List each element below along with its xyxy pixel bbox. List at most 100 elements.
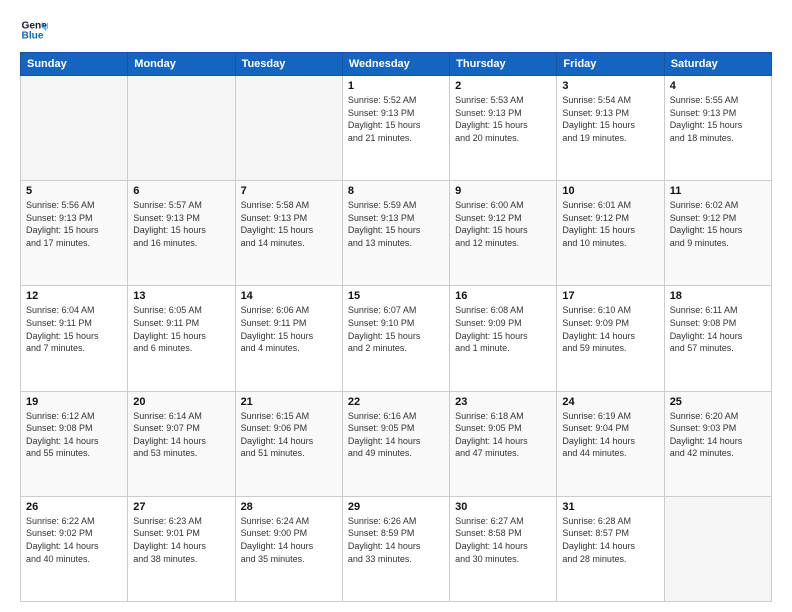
day-cell: 10 Sunrise: 6:01 AM Sunset: 9:12 PM Dayli… [557, 181, 664, 286]
logo-icon: General Blue [20, 16, 48, 44]
day-cell [128, 76, 235, 181]
day-detail: Sunrise: 6:28 AM Sunset: 8:57 PM Dayligh… [562, 515, 658, 565]
day-number: 13 [133, 290, 229, 302]
day-number: 25 [670, 396, 766, 408]
day-detail: Sunrise: 6:10 AM Sunset: 9:09 PM Dayligh… [562, 304, 658, 354]
day-cell [21, 76, 128, 181]
day-number: 1 [348, 80, 444, 92]
calendar-table: SundayMondayTuesdayWednesdayThursdayFrid… [20, 52, 772, 602]
day-cell [664, 496, 771, 601]
day-detail: Sunrise: 5:58 AM Sunset: 9:13 PM Dayligh… [241, 199, 337, 249]
day-cell: 20 Sunrise: 6:14 AM Sunset: 9:07 PM Dayli… [128, 391, 235, 496]
day-detail: Sunrise: 5:55 AM Sunset: 9:13 PM Dayligh… [670, 94, 766, 144]
day-cell: 5 Sunrise: 5:56 AM Sunset: 9:13 PM Daylig… [21, 181, 128, 286]
day-cell: 4 Sunrise: 5:55 AM Sunset: 9:13 PM Daylig… [664, 76, 771, 181]
day-detail: Sunrise: 5:56 AM Sunset: 9:13 PM Dayligh… [26, 199, 122, 249]
day-detail: Sunrise: 5:52 AM Sunset: 9:13 PM Dayligh… [348, 94, 444, 144]
week-row-3: 12 Sunrise: 6:04 AM Sunset: 9:11 PM Dayli… [21, 286, 772, 391]
day-cell: 13 Sunrise: 6:05 AM Sunset: 9:11 PM Dayli… [128, 286, 235, 391]
day-number: 3 [562, 80, 658, 92]
day-cell: 21Sunrise: 6:15 AM Sunset: 9:06 PM Dayli… [235, 391, 342, 496]
day-cell: 3 Sunrise: 5:54 AM Sunset: 9:13 PM Daylig… [557, 76, 664, 181]
day-number: 30 [455, 501, 551, 513]
day-number: 4 [670, 80, 766, 92]
weekday-header-monday: Monday [128, 53, 235, 76]
day-cell: 2Sunrise: 5:53 AM Sunset: 9:13 PM Daylig… [450, 76, 557, 181]
day-number: 20 [133, 396, 229, 408]
day-detail: Sunrise: 6:11 AM Sunset: 9:08 PM Dayligh… [670, 304, 766, 354]
week-row-4: 19Sunrise: 6:12 AM Sunset: 9:08 PM Dayli… [21, 391, 772, 496]
day-number: 28 [241, 501, 337, 513]
day-number: 11 [670, 185, 766, 197]
week-row-2: 5 Sunrise: 5:56 AM Sunset: 9:13 PM Daylig… [21, 181, 772, 286]
day-number: 22 [348, 396, 444, 408]
day-detail: Sunrise: 6:02 AM Sunset: 9:12 PM Dayligh… [670, 199, 766, 249]
day-detail: Sunrise: 6:19 AM Sunset: 9:04 PM Dayligh… [562, 410, 658, 460]
day-detail: Sunrise: 6:27 AM Sunset: 8:58 PM Dayligh… [455, 515, 551, 565]
day-cell: 28 Sunrise: 6:24 AM Sunset: 9:00 PM Dayli… [235, 496, 342, 601]
day-detail: Sunrise: 6:23 AM Sunset: 9:01 PM Dayligh… [133, 515, 229, 565]
day-detail: Sunrise: 6:08 AM Sunset: 9:09 PM Dayligh… [455, 304, 551, 354]
day-number: 17 [562, 290, 658, 302]
day-detail: Sunrise: 6:00 AM Sunset: 9:12 PM Dayligh… [455, 199, 551, 249]
day-cell: 25Sunrise: 6:20 AM Sunset: 9:03 PM Dayli… [664, 391, 771, 496]
day-cell: 19Sunrise: 6:12 AM Sunset: 9:08 PM Dayli… [21, 391, 128, 496]
day-number: 12 [26, 290, 122, 302]
day-detail: Sunrise: 6:01 AM Sunset: 9:12 PM Dayligh… [562, 199, 658, 249]
day-number: 23 [455, 396, 551, 408]
day-number: 15 [348, 290, 444, 302]
day-cell: 6 Sunrise: 5:57 AM Sunset: 9:13 PM Daylig… [128, 181, 235, 286]
day-detail: Sunrise: 5:54 AM Sunset: 9:13 PM Dayligh… [562, 94, 658, 144]
day-cell: 15 Sunrise: 6:07 AM Sunset: 9:10 PM Dayli… [342, 286, 449, 391]
day-cell: 22Sunrise: 6:16 AM Sunset: 9:05 PM Dayli… [342, 391, 449, 496]
weekday-header-friday: Friday [557, 53, 664, 76]
day-number: 21 [241, 396, 337, 408]
day-number: 14 [241, 290, 337, 302]
day-number: 6 [133, 185, 229, 197]
calendar-body: 1 Sunrise: 5:52 AM Sunset: 9:13 PM Daylig… [21, 76, 772, 602]
day-cell: 1 Sunrise: 5:52 AM Sunset: 9:13 PM Daylig… [342, 76, 449, 181]
day-number: 27 [133, 501, 229, 513]
logo: General Blue [20, 16, 48, 44]
day-number: 16 [455, 290, 551, 302]
day-detail: Sunrise: 6:14 AM Sunset: 9:07 PM Dayligh… [133, 410, 229, 460]
day-detail: Sunrise: 5:57 AM Sunset: 9:13 PM Dayligh… [133, 199, 229, 249]
day-detail: Sunrise: 6:26 AM Sunset: 8:59 PM Dayligh… [348, 515, 444, 565]
day-cell: 18 Sunrise: 6:11 AM Sunset: 9:08 PM Dayli… [664, 286, 771, 391]
day-number: 9 [455, 185, 551, 197]
day-number: 19 [26, 396, 122, 408]
svg-text:Blue: Blue [22, 31, 44, 42]
day-cell: 9 Sunrise: 6:00 AM Sunset: 9:12 PM Daylig… [450, 181, 557, 286]
day-detail: Sunrise: 6:05 AM Sunset: 9:11 PM Dayligh… [133, 304, 229, 354]
day-cell: 31 Sunrise: 6:28 AM Sunset: 8:57 PM Dayli… [557, 496, 664, 601]
day-cell: 17 Sunrise: 6:10 AM Sunset: 9:09 PM Dayli… [557, 286, 664, 391]
weekday-header-wednesday: Wednesday [342, 53, 449, 76]
day-detail: Sunrise: 6:04 AM Sunset: 9:11 PM Dayligh… [26, 304, 122, 354]
day-cell: 8 Sunrise: 5:59 AM Sunset: 9:13 PM Daylig… [342, 181, 449, 286]
day-number: 10 [562, 185, 658, 197]
day-cell: 7Sunrise: 5:58 AM Sunset: 9:13 PM Daylig… [235, 181, 342, 286]
day-number: 31 [562, 501, 658, 513]
day-detail: Sunrise: 6:07 AM Sunset: 9:10 PM Dayligh… [348, 304, 444, 354]
day-cell: 11 Sunrise: 6:02 AM Sunset: 9:12 PM Dayli… [664, 181, 771, 286]
day-cell: 29 Sunrise: 6:26 AM Sunset: 8:59 PM Dayli… [342, 496, 449, 601]
weekday-header-thursday: Thursday [450, 53, 557, 76]
day-number: 18 [670, 290, 766, 302]
day-detail: Sunrise: 6:18 AM Sunset: 9:05 PM Dayligh… [455, 410, 551, 460]
day-number: 29 [348, 501, 444, 513]
day-number: 8 [348, 185, 444, 197]
day-cell: 12 Sunrise: 6:04 AM Sunset: 9:11 PM Dayli… [21, 286, 128, 391]
week-row-5: 26Sunrise: 6:22 AM Sunset: 9:02 PM Dayli… [21, 496, 772, 601]
day-cell: 23 Sunrise: 6:18 AM Sunset: 9:05 PM Dayli… [450, 391, 557, 496]
day-number: 5 [26, 185, 122, 197]
day-detail: Sunrise: 6:24 AM Sunset: 9:00 PM Dayligh… [241, 515, 337, 565]
day-number: 2 [455, 80, 551, 92]
day-number: 24 [562, 396, 658, 408]
weekday-header-sunday: Sunday [21, 53, 128, 76]
weekday-header-row: SundayMondayTuesdayWednesdayThursdayFrid… [21, 53, 772, 76]
day-detail: Sunrise: 5:59 AM Sunset: 9:13 PM Dayligh… [348, 199, 444, 249]
page-header: General Blue [20, 16, 772, 44]
day-cell: 16 Sunrise: 6:08 AM Sunset: 9:09 PM Dayli… [450, 286, 557, 391]
day-detail: Sunrise: 6:06 AM Sunset: 9:11 PM Dayligh… [241, 304, 337, 354]
day-cell: 30 Sunrise: 6:27 AM Sunset: 8:58 PM Dayli… [450, 496, 557, 601]
